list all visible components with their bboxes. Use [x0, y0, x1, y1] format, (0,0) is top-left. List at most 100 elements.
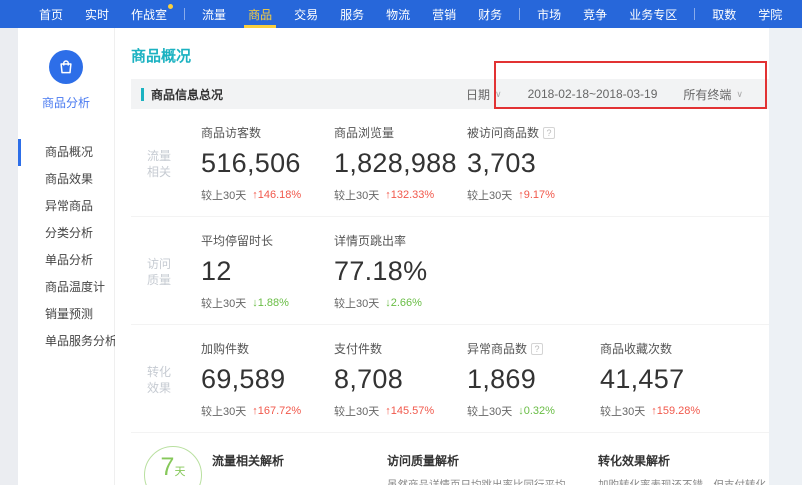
change-up-value: ↑9.17%: [518, 189, 555, 201]
metric-商品浏览量: 商品浏览量1,828,988较上30天↑132.33%: [334, 124, 467, 203]
metric-title: 支付件数: [334, 340, 467, 357]
metric-title: 商品浏览量: [334, 124, 467, 141]
metric-group-label-line: 效果: [131, 380, 187, 396]
section-bar: 商品信息总况 日期 ∨ 2018-02-18~2018-03-19 所有终端 ∨: [131, 79, 769, 109]
sidebar-item-单品服务分析[interactable]: 单品服务分析: [18, 328, 114, 355]
right-gutter: [769, 28, 802, 485]
help-icon[interactable]: ?: [531, 343, 543, 355]
nav-item-label: 财务: [478, 6, 502, 23]
metric-value: 8,708: [334, 364, 467, 395]
nav-item-市场[interactable]: 市场: [537, 0, 561, 28]
metric-title-text: 加购件数: [201, 340, 249, 357]
change-up-value: ↑167.72%: [252, 405, 301, 417]
metric-title-text: 被访问商品数: [467, 124, 539, 141]
change-down-value: ↓2.66%: [385, 297, 422, 309]
nav-item-label: 竞争: [583, 6, 607, 23]
sidebar-item-商品效果[interactable]: 商品效果: [18, 166, 114, 193]
nav-item-物流[interactable]: 物流: [386, 0, 410, 28]
metric-title-text: 商品收藏次数: [600, 340, 672, 357]
metric-title: 详情页跳出率: [334, 232, 467, 249]
help-icon[interactable]: ?: [543, 127, 555, 139]
metric-group-label: 转化效果: [131, 364, 201, 396]
date-filter-dropdown[interactable]: 日期 ∨: [466, 86, 502, 103]
sidebar-item-商品温度计[interactable]: 商品温度计: [18, 274, 114, 301]
nav-divider: [694, 8, 695, 20]
nav-divider: [519, 8, 520, 20]
nav-item-商品[interactable]: 商品: [248, 0, 272, 28]
content-row: 商品分析 商品概况商品效果异常商品分类分析单品分析商品温度计销量预测单品服务分析…: [0, 28, 802, 485]
metric-value: 3,703: [467, 148, 600, 179]
insight-title: 访问质量解析: [387, 446, 583, 469]
metric-title: 平均停留时长: [201, 232, 334, 249]
insight-body: 虽然商品详情页日均跳出率比同行平均好，但平均停留时间低于同行平均，请关注页面搭建…: [387, 478, 583, 485]
sidebar-item-商品概况[interactable]: 商品概况: [18, 139, 114, 166]
metric-商品收藏次数: 商品收藏次数41,457较上30天↑159.28%: [600, 340, 733, 419]
metric-compare: 较上30天↓1.88%: [201, 295, 334, 311]
metric-group-label-line: 相关: [131, 164, 187, 180]
nav-item-服务[interactable]: 服务: [340, 0, 364, 28]
sidebar-menu: 商品概况商品效果异常商品分类分析单品分析商品温度计销量预测单品服务分析: [18, 139, 114, 355]
metric-title: 异常商品数?: [467, 340, 600, 357]
chevron-down-icon: ∨: [495, 89, 502, 100]
metric-compare: 较上30天↑159.28%: [600, 403, 733, 419]
metric-加购件数: 加购件数 69,589 较上30天 ↑167.72%: [201, 340, 334, 419]
nav-item-竞争[interactable]: 竞争: [583, 0, 607, 28]
metric-compare: 较上30天 ↑9.17%: [467, 187, 600, 203]
nav-item-label: 实时: [85, 6, 109, 23]
sidebar-item-销量预测[interactable]: 销量预测: [18, 301, 114, 328]
insight-column-流量相关解析: 流量相关解析: [212, 446, 372, 485]
compare-period-label: 较上30天: [600, 403, 645, 419]
metric-value: 69,589: [201, 364, 334, 395]
compare-period-label: 较上30天: [201, 403, 246, 419]
nav-item-交易[interactable]: 交易: [294, 0, 318, 28]
top-navigation: 首页 实时 作战室 流量 商品 交易服务物流营销 财务 市场 竞争 业务专区 取数 学院: [0, 0, 802, 28]
sidebar-item-单品分析[interactable]: 单品分析: [18, 247, 114, 274]
nav-item-业务专区[interactable]: 业务专区: [629, 0, 677, 28]
insight-body: 加购转化率表现还不错，但支付转化率低于同行平均，赶快到异常商品并结合使用商品温度…: [598, 478, 768, 485]
insight-columns: 流量相关解析访问质量解析虽然商品详情页日均跳出率比同行平均好，但平均停留时间低于…: [212, 446, 768, 485]
metric-group-流量相关: 流量相关商品访客数516,506较上30天↑146.18%商品浏览量1,828,…: [131, 109, 769, 217]
metric-title-text: 异常商品数: [467, 340, 527, 357]
date-range-value[interactable]: 2018-02-18~2018-03-19: [528, 87, 658, 101]
terminal-filter-dropdown[interactable]: 所有终端 ∨: [683, 86, 743, 103]
metric-title-text: 商品访客数: [201, 124, 261, 141]
main-content: 商品概况 商品信息总况 日期 ∨ 2018-02-18~2018-03-19 所…: [115, 28, 769, 485]
insight-title: 转化效果解析: [598, 446, 768, 469]
nav-item-label: 学院: [758, 6, 782, 23]
metric-详情页跳出率: 详情页跳出率77.18%较上30天↓2.66%: [334, 232, 467, 311]
section-title: 商品信息总况: [151, 86, 223, 103]
nav-item-label: 商品: [248, 6, 272, 23]
nav-item-财务[interactable]: 财务: [478, 0, 502, 28]
nav-item-流量[interactable]: 流量: [202, 0, 226, 28]
insight-column-访问质量解析: 访问质量解析虽然商品详情页日均跳出率比同行平均好，但平均停留时间低于同行平均，请…: [387, 446, 583, 485]
metric-value: 516,506: [201, 148, 334, 179]
nav-item-实时[interactable]: 实时: [85, 0, 109, 28]
change-up-value: ↑132.33%: [385, 189, 434, 201]
insight-column-转化效果解析: 转化效果解析加购转化率表现还不错，但支付转化率低于同行平均，赶快到异常商品并结合…: [598, 446, 768, 485]
metric-title-text: 平均停留时长: [201, 232, 273, 249]
nav-item-作战室[interactable]: 作战室: [131, 0, 167, 28]
metric-compare: 较上30天↓0.32%: [467, 403, 600, 419]
nav-item-学院[interactable]: 学院: [758, 0, 782, 28]
metric-title: 商品收藏次数: [600, 340, 733, 357]
nav-item-营销[interactable]: 营销: [432, 0, 456, 28]
badge-days: 7天: [145, 453, 201, 482]
metric-compare: 较上30天↑145.57%: [334, 403, 467, 419]
section-accent-bar: [141, 88, 144, 101]
change-down-value: ↓0.32%: [518, 405, 555, 417]
metric-group-label-line: 访问: [131, 256, 187, 272]
nav-item-取数[interactable]: 取数: [712, 0, 736, 28]
compare-period-label: 较上30天: [467, 187, 512, 203]
change-up-value: ↑145.57%: [385, 405, 434, 417]
metric-title-text: 支付件数: [334, 340, 382, 357]
sidebar-item-分类分析[interactable]: 分类分析: [18, 220, 114, 247]
nav-divider: [184, 8, 185, 20]
metric-被访问商品数: 被访问商品数? 3,703 较上30天 ↑9.17%: [467, 124, 600, 203]
nav-item-label: 流量: [202, 6, 226, 23]
left-gutter: [0, 28, 18, 485]
sidebar-item-异常商品[interactable]: 异常商品: [18, 193, 114, 220]
nav-item-首页[interactable]: 首页: [39, 0, 63, 28]
data-insight-badge: 7天 数据解读: [144, 446, 202, 485]
compare-period-label: 较上30天: [334, 187, 379, 203]
compare-period-label: 较上30天: [201, 295, 246, 311]
